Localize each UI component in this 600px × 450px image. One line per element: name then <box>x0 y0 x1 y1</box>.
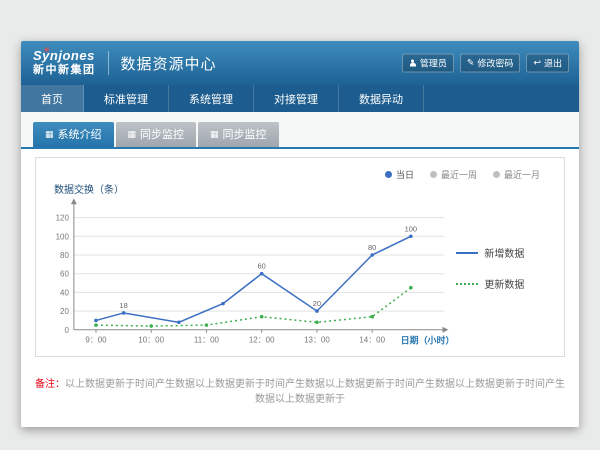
page-title: 数据资源中心 <box>121 53 217 74</box>
app-window: ✳ Synjones 新中新集团 数据资源中心 管理员 ✎ 修改密码 ↩ 退出 <box>21 41 579 427</box>
filter-label: 最近一月 <box>504 168 540 181</box>
line-chart: 0 20 40 60 80 100 120 9：00 10：00 11：00 12：00 13：00 1… <box>40 196 456 354</box>
svg-text:12：00: 12：00 <box>249 336 275 345</box>
svg-text:11：00: 11：00 <box>194 336 220 345</box>
dot-icon <box>385 171 392 178</box>
nav-item-home[interactable]: 首页 <box>21 85 84 112</box>
svg-text:20: 20 <box>60 307 69 316</box>
desktop-background: ✳ Synjones 新中新集团 数据资源中心 管理员 ✎ 修改密码 ↩ 退出 <box>0 0 600 450</box>
legend-item-update-data[interactable]: 更新数据 <box>456 276 560 291</box>
chart-legend: 新增数据 更新数据 <box>456 245 560 291</box>
legend-label: 新增数据 <box>484 245 524 260</box>
svg-text:80: 80 <box>368 243 376 252</box>
filter-last-month[interactable]: 最近一月 <box>493 168 540 181</box>
tab-strip: ▦ 系统介绍 ▦ 同步监控 ▦ 同步监控 <box>33 122 579 147</box>
svg-text:100: 100 <box>405 224 417 233</box>
filter-last-week[interactable]: 最近一周 <box>430 168 477 181</box>
legend-label: 更新数据 <box>484 276 524 291</box>
change-password-button[interactable]: ✎ 修改密码 <box>460 54 521 73</box>
svg-text:日期（小时）: 日期（小时） <box>401 335 455 346</box>
tab-label: 同步监控 <box>140 126 184 142</box>
svg-text:40: 40 <box>60 288 69 297</box>
svg-text:14：00: 14：00 <box>359 336 385 345</box>
tab-system-intro[interactable]: ▦ 系统介绍 <box>33 122 114 147</box>
y-axis-label: 数据交换（条） <box>54 181 564 196</box>
header-actions: 管理员 ✎ 修改密码 ↩ 退出 <box>402 54 569 73</box>
tab-label: 系统介绍 <box>58 126 102 142</box>
nav-item-data-change[interactable]: 数据异动 <box>339 85 424 112</box>
svg-text:80: 80 <box>60 251 69 260</box>
legend-line-dotted-icon <box>456 283 478 285</box>
legend-line-solid-icon <box>456 252 478 254</box>
nav-item-interface-mgmt[interactable]: 对接管理 <box>254 85 339 112</box>
logo: ✳ Synjones 新中新集团 <box>33 49 96 77</box>
svg-text:20: 20 <box>313 299 321 308</box>
chart-row: 0 20 40 60 80 100 120 9：00 10：00 11：00 12：00 13：00 1… <box>36 196 564 354</box>
footnote-prefix: 备注： <box>35 379 65 390</box>
filter-today[interactable]: 当日 <box>385 168 414 181</box>
admin-user-button[interactable]: 管理员 <box>402 54 454 73</box>
header-divider <box>108 51 109 75</box>
content-area: ▦ 系统介绍 ▦ 同步监控 ▦ 同步监控 <box>21 112 579 427</box>
edit-icon: ✎ <box>467 59 475 68</box>
svg-text:0: 0 <box>64 326 69 335</box>
filter-label: 当日 <box>396 168 414 181</box>
time-filter-legend: 当日 最近一周 最近一月 <box>36 158 564 181</box>
svg-text:13：00: 13：00 <box>304 336 330 345</box>
chart-panel: 当日 最近一周 最近一月 数据交换（条） 0 20 40 60 80 100 <box>35 157 565 357</box>
grid-icon: ▦ <box>210 130 219 139</box>
footnote-text: 以上数据更新于时间产生数据以上数据更新于时间产生数据以上数据更新于时间产生数据以… <box>65 379 565 405</box>
logo-company-name: 新中新集团 <box>33 64 96 77</box>
user-icon <box>409 59 417 67</box>
nav-item-standard-mgmt[interactable]: 标准管理 <box>84 85 169 112</box>
svg-text:18: 18 <box>119 301 127 310</box>
app-header: ✳ Synjones 新中新集团 数据资源中心 管理员 ✎ 修改密码 ↩ 退出 <box>21 41 579 85</box>
logout-icon: ↩ <box>533 59 541 68</box>
tab-sync-monitor-1[interactable]: ▦ 同步监控 <box>116 122 197 147</box>
grid-icon: ▦ <box>45 130 54 139</box>
svg-text:120: 120 <box>56 214 70 223</box>
main-panel: 当日 最近一周 最近一月 数据交换（条） 0 20 40 60 80 100 <box>21 149 579 427</box>
svg-text:60: 60 <box>60 270 69 279</box>
tab-sync-monitor-2[interactable]: ▦ 同步监控 <box>198 122 279 147</box>
change-password-label: 修改密码 <box>477 57 513 70</box>
logout-label: 退出 <box>544 57 562 70</box>
main-nav: 首页 标准管理 系统管理 对接管理 数据异动 <box>21 85 579 112</box>
filter-label: 最近一周 <box>441 168 477 181</box>
svg-text:10：00: 10：00 <box>138 336 164 345</box>
dot-icon <box>430 171 437 178</box>
svg-text:60: 60 <box>258 262 266 271</box>
legend-item-new-data[interactable]: 新增数据 <box>456 245 560 260</box>
footnote: 备注：以上数据更新于时间产生数据以上数据更新于时间产生数据以上数据更新于时间产生… <box>35 375 565 405</box>
grid-icon: ▦ <box>128 130 137 139</box>
svg-text:100: 100 <box>56 232 70 241</box>
nav-item-system-mgmt[interactable]: 系统管理 <box>169 85 254 112</box>
logout-button[interactable]: ↩ 退出 <box>526 54 569 73</box>
dot-icon <box>493 171 500 178</box>
tab-label: 同步监控 <box>223 126 267 142</box>
svg-text:9：00: 9：00 <box>85 336 107 345</box>
logo-star-icon: ✳ <box>43 45 51 55</box>
admin-user-label: 管理员 <box>420 57 447 70</box>
